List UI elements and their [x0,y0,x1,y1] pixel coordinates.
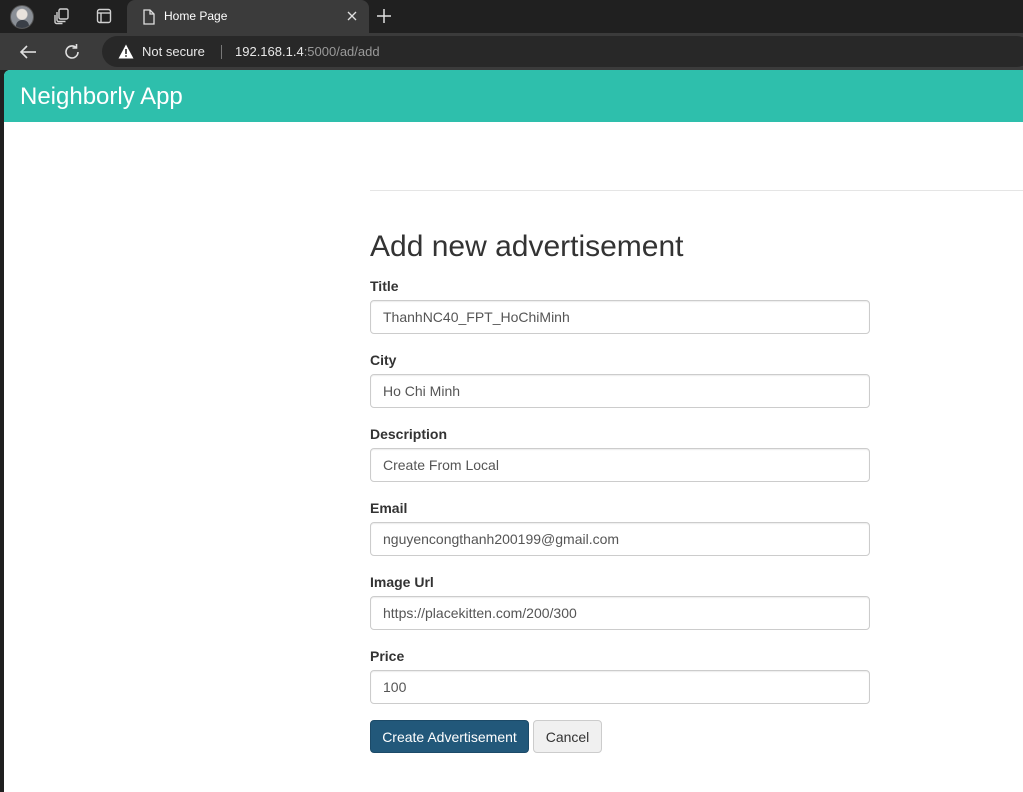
url-text[interactable]: 192.168.1.4:5000/ad/add [235,44,380,59]
close-tab-icon[interactable] [343,7,361,25]
price-input[interactable] [370,670,870,704]
app-navbar: Neighborly App [4,70,1023,122]
security-status-label[interactable]: Not secure [142,44,205,59]
tab-title: Home Page [164,9,228,23]
warning-icon[interactable] [118,44,134,59]
browser-tab[interactable]: Home Page [127,0,369,33]
divider [370,190,1023,191]
browser-toolbar: Not secure 192.168.1.4:5000/ad/add [0,33,1023,70]
browser-tab-strip: Home Page [0,0,1023,33]
tab-actions-icon[interactable] [94,6,114,26]
web-page: Neighborly App Add new advertisement Tit… [4,70,1023,792]
address-divider [221,45,222,59]
reload-icon[interactable] [60,40,84,64]
back-arrow-icon[interactable] [16,40,40,64]
title-label: Title [370,278,399,294]
image-url-label: Image Url [370,574,434,590]
url-path: :5000/ad/add [303,44,380,59]
email-input[interactable] [370,522,870,556]
page-icon [139,7,159,27]
title-input[interactable] [370,300,870,334]
workspaces-icon[interactable] [52,6,72,26]
image-url-input[interactable] [370,596,870,630]
cancel-button[interactable]: Cancel [533,720,602,753]
city-label: City [370,352,397,368]
description-input[interactable] [370,448,870,482]
profile-avatar[interactable] [10,5,34,29]
url-host: 192.168.1.4 [235,44,304,59]
address-bar[interactable]: Not secure 192.168.1.4:5000/ad/add [102,36,1023,67]
email-label: Email [370,500,408,516]
description-label: Description [370,426,448,442]
page-title: Add new advertisement [370,230,684,263]
create-advertisement-button[interactable]: Create Advertisement [370,720,529,753]
city-input[interactable] [370,374,870,408]
new-tab-icon[interactable] [374,6,394,26]
price-label: Price [370,648,405,664]
app-brand[interactable]: Neighborly App [20,83,183,111]
